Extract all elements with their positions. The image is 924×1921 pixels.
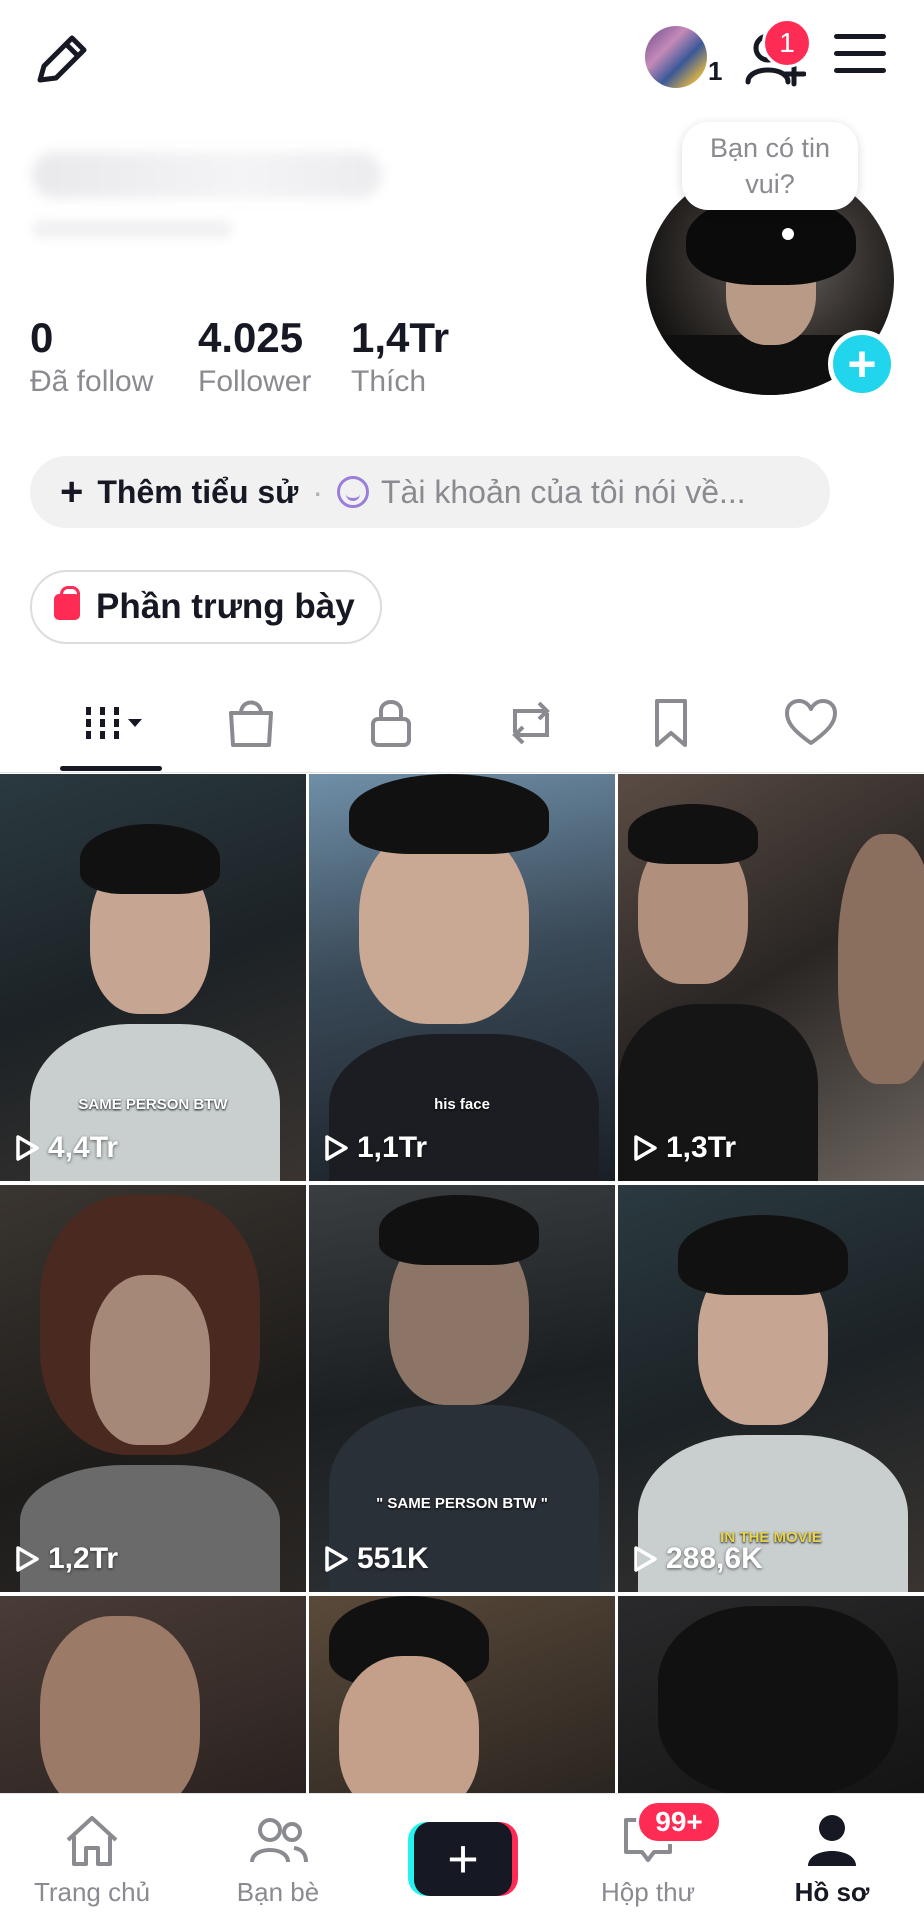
likes-count[interactable]: 1,4Tr <box>351 314 449 362</box>
thumbnail-shape <box>90 1275 210 1445</box>
separator: · <box>312 473 323 510</box>
video-tile[interactable]: IN THE MOVIE 288,6K <box>618 1185 924 1592</box>
tab-favorites[interactable] <box>626 688 716 758</box>
bio-hint: Tài khoản của tôi nói về... <box>381 473 746 510</box>
view-count-value: 551K <box>357 1542 429 1575</box>
menu-line <box>834 34 886 39</box>
notification-badge: 1 <box>762 18 812 68</box>
smiley-icon <box>337 476 369 508</box>
edit-profile-button[interactable] <box>30 28 94 92</box>
thumbnail-shape <box>339 1656 479 1796</box>
thumbnail-shape <box>40 1616 200 1796</box>
tabs-divider <box>0 772 924 773</box>
view-count-value: 288,6K <box>666 1542 763 1575</box>
lock-icon <box>371 700 411 747</box>
play-icon <box>16 1546 39 1572</box>
play-icon <box>325 1546 348 1572</box>
view-count-value: 1,1Tr <box>357 1131 428 1164</box>
tab-private[interactable] <box>346 688 436 758</box>
thumbnail-shape <box>838 834 924 1084</box>
video-tile[interactable]: 1,3Tr <box>618 774 924 1181</box>
view-count: 1,1Tr <box>323 1131 427 1165</box>
profile-icon <box>808 1815 856 1866</box>
tab-liked[interactable] <box>766 688 856 758</box>
handle-blurred <box>32 220 232 238</box>
video-tile[interactable]: " SAME PERSON BTW " 551K <box>309 1185 615 1592</box>
nav-friends[interactable]: Bạn bè <box>198 1812 358 1908</box>
nav-inbox-label: Hộp thư <box>600 1877 695 1907</box>
video-caption: SAME PERSON BTW <box>78 1096 228 1113</box>
active-tab-indicator <box>60 766 162 771</box>
nav-friends-label: Bạn bè <box>236 1877 320 1907</box>
plus-icon: + <box>60 469 84 514</box>
view-count: 1,2Tr <box>14 1542 118 1576</box>
following-label: Đã follow <box>30 365 154 398</box>
thumbnail-shape <box>359 824 529 1024</box>
showcase-button[interactable]: Phần trưng bày <box>30 570 382 644</box>
likes-label: Thích <box>351 365 427 398</box>
friends-icon <box>250 1818 308 1863</box>
video-tile[interactable] <box>309 1596 615 1796</box>
plus-icon: + <box>414 1822 512 1896</box>
following-count[interactable]: 0 <box>30 314 53 362</box>
shopping-bag-icon <box>54 586 80 620</box>
bookmark-icon <box>655 699 687 747</box>
menu-line <box>834 51 886 56</box>
shopping-bag-icon <box>229 700 273 747</box>
showcase-label: Phần trưng bày <box>96 587 355 626</box>
repost-icon <box>512 701 550 745</box>
thumbnail-shape <box>628 804 758 864</box>
follower-count[interactable]: 4.025 <box>198 314 303 362</box>
thumbnail-shape <box>379 1195 539 1265</box>
view-count: 551K <box>323 1542 429 1576</box>
menu-button[interactable] <box>834 34 886 78</box>
inbox-badge: 99+ <box>636 1800 722 1844</box>
grid-icon <box>86 707 142 739</box>
view-count-value: 4,4Tr <box>48 1131 119 1164</box>
nav-home-label: Trang chủ <box>33 1877 151 1907</box>
play-icon <box>16 1135 39 1161</box>
nav-profile-label: Hồ sơ <box>794 1877 870 1907</box>
nav-home[interactable]: Trang chủ <box>12 1812 172 1908</box>
bubble-tail <box>782 228 794 240</box>
stories-count: 1 <box>708 56 723 86</box>
video-tile[interactable]: SAME PERSON BTW 4,4Tr <box>0 774 306 1181</box>
create-button[interactable]: + <box>408 1822 518 1896</box>
home-icon <box>66 1816 118 1866</box>
username-blurred <box>32 152 382 198</box>
video-caption: " SAME PERSON BTW " <box>376 1495 548 1512</box>
tab-videos[interactable] <box>66 688 156 758</box>
view-count-value: 1,2Tr <box>48 1542 119 1575</box>
view-count: 1,3Tr <box>632 1131 736 1165</box>
heart-icon <box>785 699 837 745</box>
play-icon <box>634 1546 657 1572</box>
add-bio-label: Thêm tiểu sử <box>97 473 299 510</box>
video-tile[interactable] <box>618 1596 924 1796</box>
tab-reposts[interactable] <box>486 688 576 758</box>
thumbnail-shape <box>80 824 220 894</box>
nav-profile[interactable]: Hồ sơ <box>752 1812 912 1908</box>
tab-shop[interactable] <box>206 688 296 758</box>
play-icon <box>325 1135 348 1161</box>
add-bio-button[interactable]: + Thêm tiểu sử · Tài khoản của tôi nói v… <box>30 456 830 528</box>
stories-avatar[interactable] <box>645 26 707 88</box>
pencil-icon <box>37 35 87 83</box>
view-count: 4,4Tr <box>14 1131 118 1165</box>
video-tile[interactable]: his face 1,1Tr <box>309 774 615 1181</box>
thumbnail-shape <box>349 774 549 854</box>
thumbnail-shape <box>678 1215 848 1295</box>
view-count-value: 1,3Tr <box>666 1131 737 1164</box>
add-avatar-button[interactable]: + <box>828 330 896 398</box>
video-tile[interactable]: 1,2Tr <box>0 1185 306 1592</box>
follower-label: Follower <box>198 365 312 398</box>
view-count: 288,6K <box>632 1542 763 1576</box>
video-tile[interactable] <box>0 1596 306 1796</box>
menu-line <box>834 68 886 73</box>
video-caption: his face <box>434 1096 490 1113</box>
thumbnail-shape <box>658 1606 898 1796</box>
play-icon <box>634 1135 657 1161</box>
status-bubble[interactable]: Bạn có tin vui? <box>682 122 858 210</box>
